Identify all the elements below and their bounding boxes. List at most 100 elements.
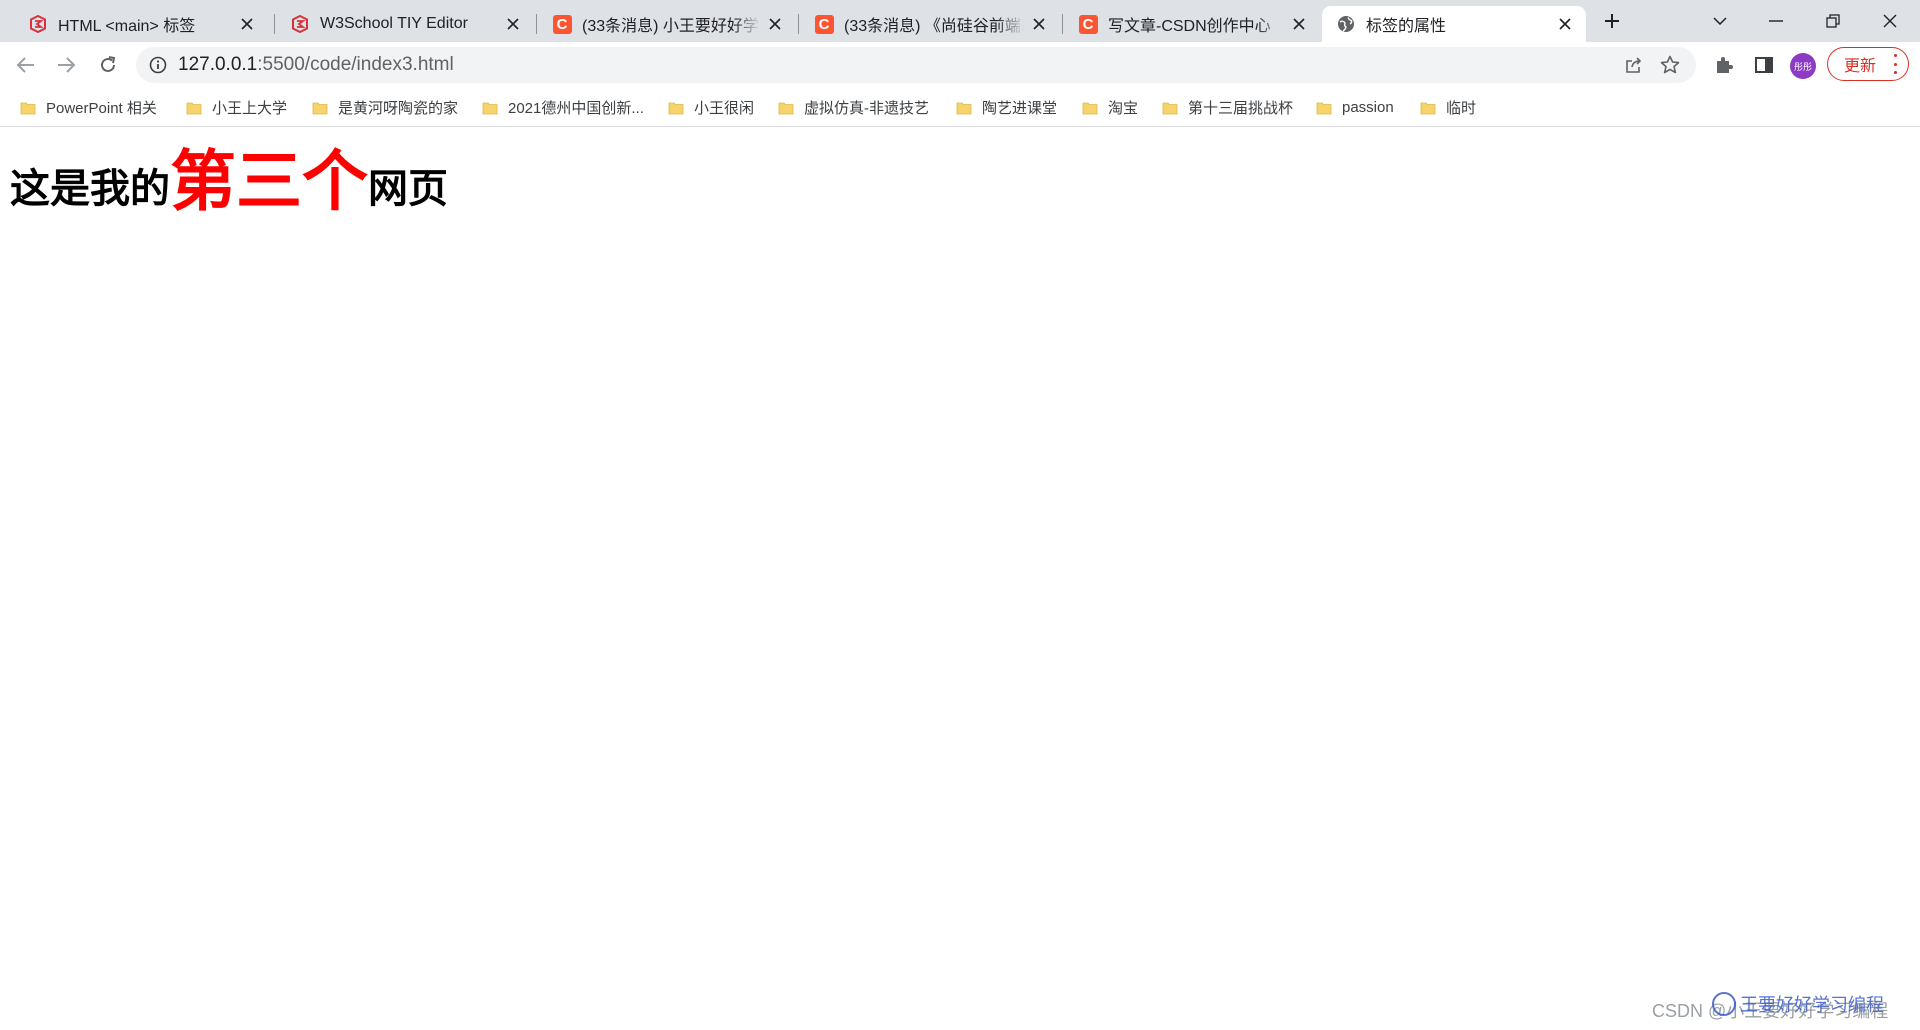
bookmark-label: 2021德州中国创新... xyxy=(508,99,644,117)
url-text: 127.0.0.1:5500/code/index3.html xyxy=(178,55,454,75)
folder-icon xyxy=(668,100,684,115)
tab-title: HTML <main> 标签 xyxy=(58,18,196,35)
tab-strip: HTML <main> 标签 W3School TIY Editor C (33… xyxy=(0,0,1920,42)
page-content: 这是我的第三个网页 CSDN @小王要好好学习编程 王要好好学习编程 xyxy=(0,127,1920,1030)
bookmark-folder[interactable]: 临时 xyxy=(1420,95,1476,119)
csdn-icon: C xyxy=(552,14,572,34)
bookmark-folder[interactable]: 虚拟仿真-非遗技艺 xyxy=(778,95,929,119)
folder-icon xyxy=(778,100,794,115)
heading-text-start: 这是我的 xyxy=(10,166,170,212)
tab-csdn-blog[interactable]: C (33条消息) 小王要好好学习 xyxy=(538,6,796,42)
minimize-icon xyxy=(1769,20,1783,22)
folder-icon xyxy=(1316,100,1332,115)
new-tab-button[interactable] xyxy=(1594,6,1630,36)
forward-button[interactable] xyxy=(50,49,82,81)
bookmark-label: passion xyxy=(1342,98,1394,116)
bookmark-label: 虚拟仿真-非遗技艺 xyxy=(804,99,929,117)
side-panel-button[interactable] xyxy=(1748,49,1780,81)
watermark-overlay: 王要好好学习编程 xyxy=(1712,989,1918,1019)
url-path: :5500/code/index3.html xyxy=(257,54,454,75)
folder-icon xyxy=(1162,100,1178,115)
plus-icon xyxy=(1605,14,1619,28)
update-button[interactable]: 更新 xyxy=(1827,47,1909,81)
bookmark-folder[interactable]: 第十三届挑战杯 xyxy=(1162,95,1293,119)
back-button[interactable] xyxy=(10,49,42,81)
csdn-icon: C xyxy=(814,14,834,34)
close-icon[interactable] xyxy=(1288,13,1310,35)
bookmark-label: PowerPoint 相关 xyxy=(46,99,157,117)
reload-button[interactable] xyxy=(92,49,124,81)
bookmark-label: 临时 xyxy=(1446,99,1477,117)
url-host: 127.0.0.1 xyxy=(178,54,258,75)
bookmark-folder[interactable]: 2021德州中国创新... xyxy=(482,95,644,119)
tab-title: 标签的属性 xyxy=(1366,18,1447,35)
bookmark-label: 小王上大学 xyxy=(212,99,288,117)
w3school-icon xyxy=(290,14,310,34)
puzzle-icon xyxy=(1717,57,1733,73)
heading-emphasis: 第三个 xyxy=(170,143,368,220)
bookmark-folder[interactable]: 陶艺进课堂 xyxy=(956,95,1057,119)
minimize-button[interactable] xyxy=(1758,6,1794,36)
window-close-button[interactable] xyxy=(1872,6,1908,36)
globe-icon xyxy=(1336,14,1356,34)
folder-icon xyxy=(20,100,36,115)
bookmark-label: 淘宝 xyxy=(1108,99,1139,117)
logo-icon xyxy=(1712,992,1736,1016)
tab-csdn-write[interactable]: C 写文章-CSDN创作中心 xyxy=(1064,6,1320,42)
extensions-button[interactable] xyxy=(1708,49,1740,81)
bookmark-folder[interactable]: PowerPoint 相关 xyxy=(20,95,157,119)
close-icon[interactable] xyxy=(1554,13,1576,35)
page-heading: 这是我的第三个网页 xyxy=(10,149,448,215)
close-icon xyxy=(1883,14,1897,28)
tab-w3school-tiy[interactable]: W3School TIY Editor xyxy=(276,6,534,42)
csdn-icon: C xyxy=(1078,14,1098,34)
bookmark-folder[interactable]: 小王很闲 xyxy=(668,95,754,119)
tab-separator xyxy=(1062,14,1063,34)
close-icon[interactable] xyxy=(764,13,786,35)
folder-icon xyxy=(1082,100,1098,115)
close-icon[interactable] xyxy=(1028,13,1050,35)
watermark-overlay-text: 王要好好学习编程 xyxy=(1740,995,1884,1015)
share-icon[interactable] xyxy=(1622,53,1646,77)
folder-icon xyxy=(956,100,972,115)
bookmark-label: 陶艺进课堂 xyxy=(982,99,1058,117)
heading-text-end: 网页 xyxy=(368,166,448,212)
site-info-icon[interactable] xyxy=(148,55,168,75)
reload-icon xyxy=(101,56,116,72)
tab-search-button[interactable] xyxy=(1702,6,1738,36)
tab-title: (33条消息) 《尚硅谷前端基 xyxy=(844,18,1024,35)
arrow-right-icon xyxy=(58,57,75,73)
tab-title: (33条消息) 小王要好好学习 xyxy=(582,18,760,35)
restore-icon xyxy=(1826,14,1840,28)
bookmarks-bar: PowerPoint 相关 小王上大学 是黄河呀陶瓷的家 2021德州中国创新.… xyxy=(0,88,1920,127)
close-icon[interactable] xyxy=(236,13,258,35)
more-vert-icon xyxy=(1892,54,1898,74)
toolbar: 127.0.0.1:5500/code/index3.html 彤彤 更新 xyxy=(0,42,1920,88)
bookmark-folder[interactable]: 淘宝 xyxy=(1082,95,1138,119)
folder-icon xyxy=(482,100,498,115)
bookmark-label: 第十三届挑战杯 xyxy=(1188,99,1294,117)
tab-active-tag-attributes[interactable]: 标签的属性 xyxy=(1322,6,1586,42)
avatar[interactable]: 彤彤 xyxy=(1790,53,1816,79)
chevron-down-icon xyxy=(1713,17,1727,25)
tab-title: W3School TIY Editor xyxy=(320,15,468,32)
tab-separator xyxy=(798,14,799,34)
folder-icon xyxy=(312,100,328,115)
w3school-icon xyxy=(28,14,48,34)
tab-title: 写文章-CSDN创作中心 xyxy=(1108,18,1271,35)
folder-icon xyxy=(186,100,202,115)
folder-icon xyxy=(1420,100,1436,115)
bookmark-label: 小王很闲 xyxy=(694,99,755,117)
tab-html-main[interactable]: HTML <main> 标签 xyxy=(14,6,268,42)
bookmark-folder[interactable]: 小王上大学 xyxy=(186,95,287,119)
bookmark-folder[interactable]: 是黄河呀陶瓷的家 xyxy=(312,95,458,119)
tab-separator xyxy=(536,14,537,34)
restore-button[interactable] xyxy=(1815,6,1851,36)
tab-separator xyxy=(274,14,275,34)
close-icon[interactable] xyxy=(502,13,524,35)
bookmark-star-icon[interactable] xyxy=(1658,53,1682,77)
tab-csdn-course[interactable]: C (33条消息) 《尚硅谷前端基 xyxy=(800,6,1060,42)
address-bar[interactable]: 127.0.0.1:5500/code/index3.html xyxy=(136,47,1696,83)
bookmark-folder[interactable]: passion xyxy=(1316,95,1394,119)
bookmark-label: 是黄河呀陶瓷的家 xyxy=(338,99,459,117)
